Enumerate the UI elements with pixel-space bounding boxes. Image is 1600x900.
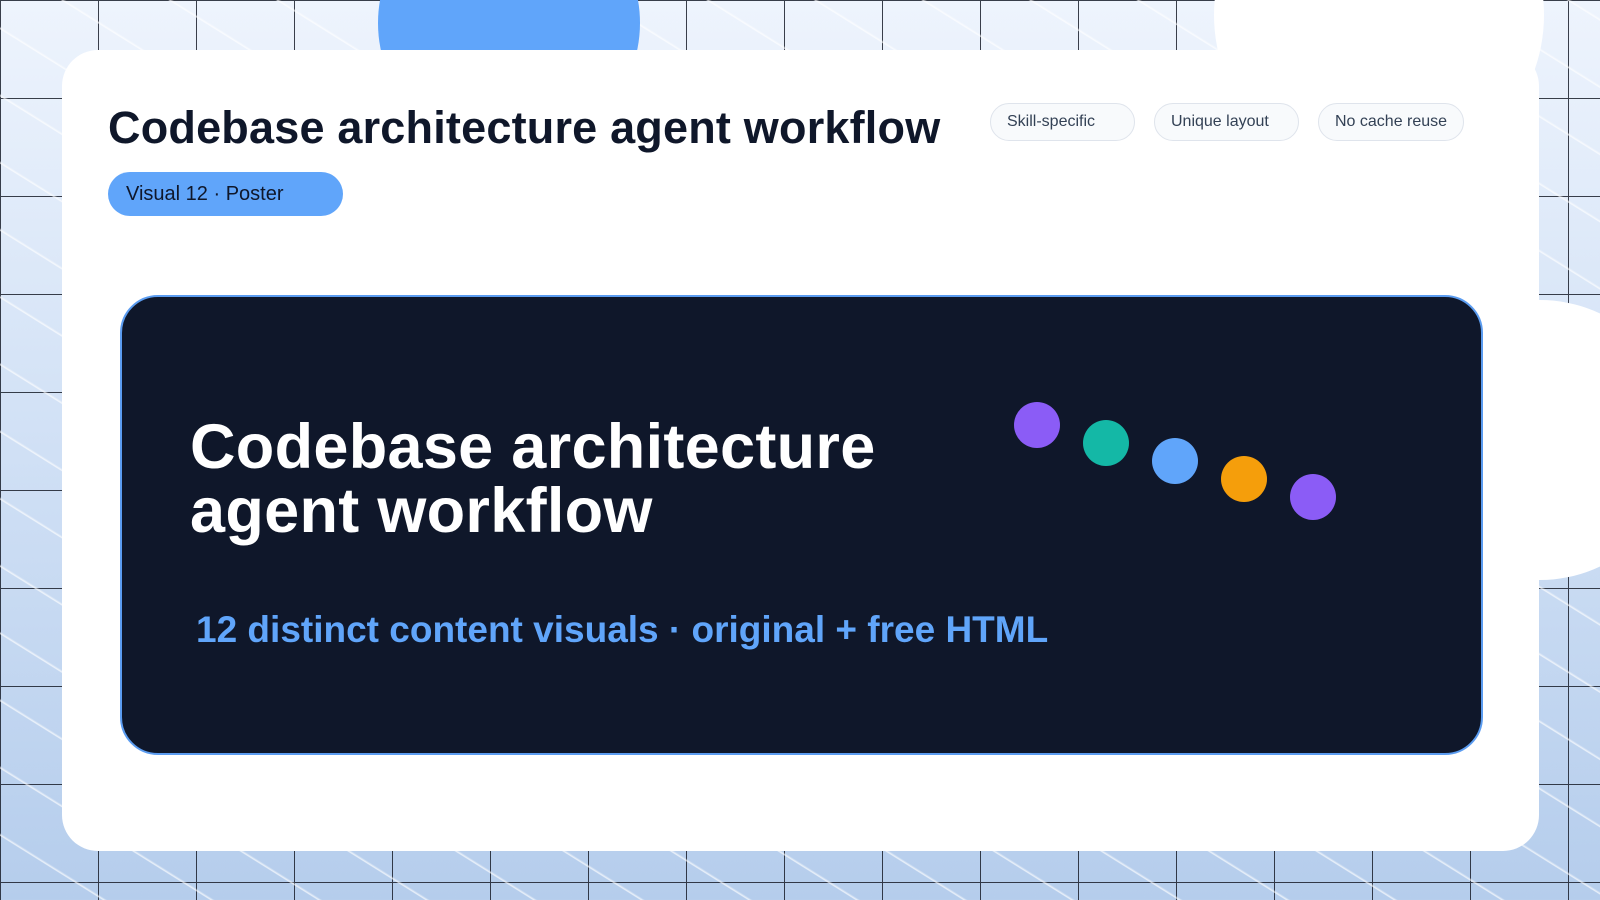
tag-unique-layout: Unique layout [1154, 103, 1299, 141]
dot-orange [1221, 456, 1267, 502]
page-title: Codebase architecture agent workflow [108, 102, 941, 153]
poster-panel: Codebase architecture agent workflow 12 … [120, 295, 1483, 755]
tag-no-cache-reuse: No cache reuse [1318, 103, 1465, 141]
dot-blue [1152, 438, 1198, 484]
visual-badge: Visual 12 · Poster [108, 172, 343, 216]
dot-teal [1083, 420, 1129, 466]
dot-purple-2 [1290, 474, 1336, 520]
main-card: Codebase architecture agent workflow Ski… [62, 50, 1539, 851]
poster-subtitle: 12 distinct content visuals · original +… [196, 609, 1049, 650]
poster-title: Codebase architecture agent workflow [190, 412, 876, 546]
tag-skill-specific: Skill-specific [990, 103, 1135, 141]
tag-list: Skill-specific Unique layout No cache re… [990, 103, 1465, 141]
dot-purple-1 [1014, 402, 1060, 448]
